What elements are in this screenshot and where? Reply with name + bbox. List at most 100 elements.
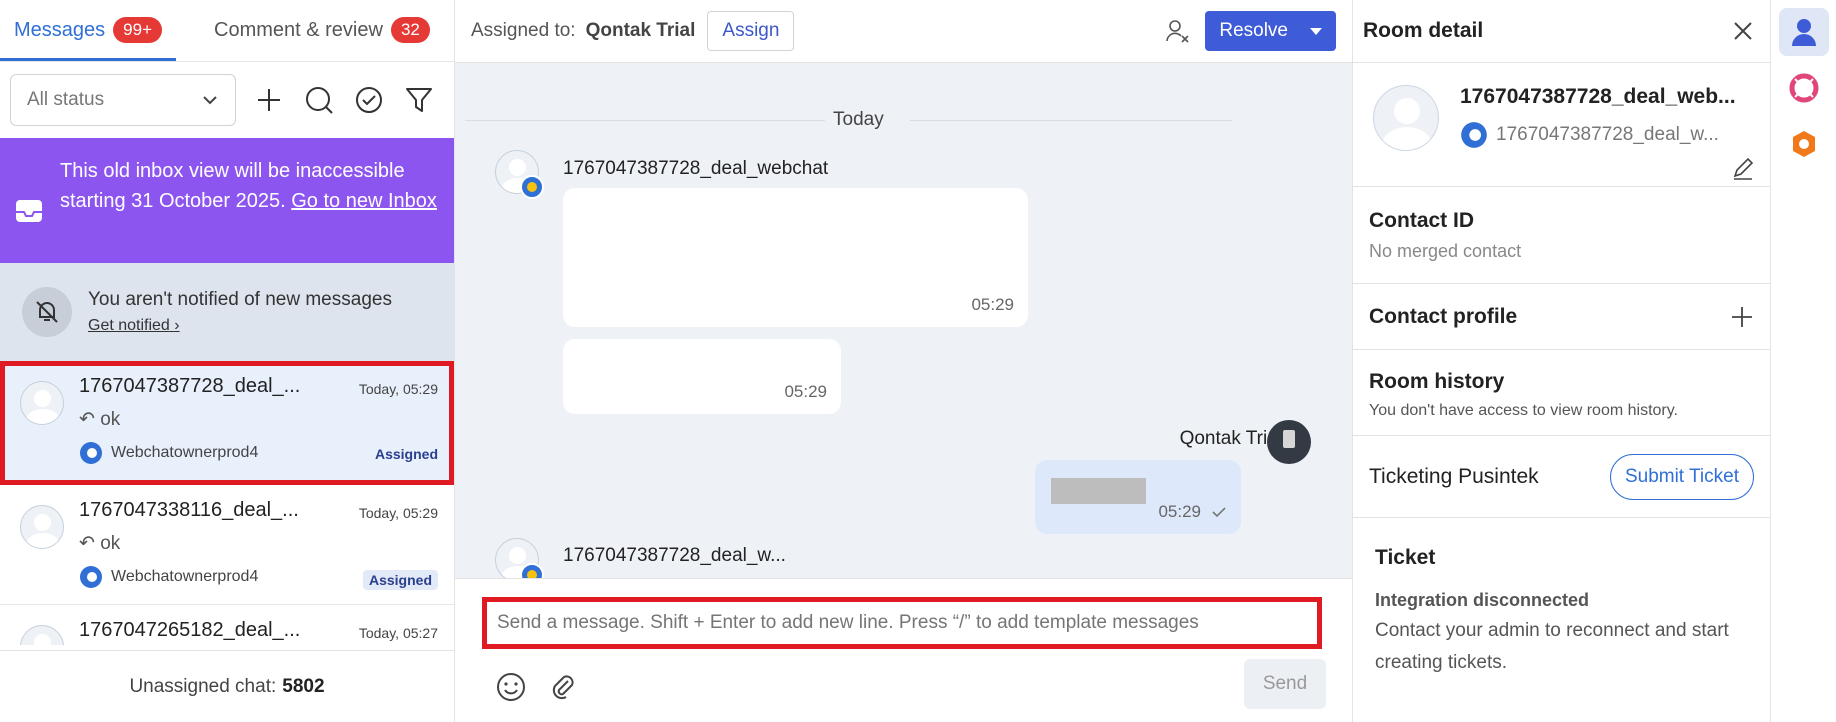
bell-off-icon bbox=[22, 287, 72, 337]
chat-time: Today, 05:29 bbox=[358, 505, 438, 521]
go-to-new-inbox-link[interactable]: Go to new Inbox bbox=[291, 190, 437, 212]
message-time: 05:29 bbox=[1158, 502, 1201, 521]
tab-messages-label: Messages bbox=[14, 18, 106, 41]
inbox-tray-icon bbox=[14, 156, 44, 245]
conversation-header: Assigned to: Qontak Trial Assign Resolve bbox=[455, 0, 1352, 63]
room-detail-header: Room detail bbox=[1353, 0, 1770, 63]
contact-id-title: Contact ID bbox=[1369, 209, 1474, 232]
message-time: 05:29 bbox=[784, 382, 827, 401]
message-time: 05:29 bbox=[971, 295, 1014, 314]
message-input[interactable] bbox=[482, 597, 1322, 649]
chat-time: Today, 05:29 bbox=[358, 381, 438, 397]
assign-button[interactable]: Assign bbox=[707, 11, 795, 51]
attachment-icon[interactable] bbox=[548, 671, 580, 703]
banner-text: This old inbox view will be inaccessible… bbox=[60, 156, 440, 245]
room-channel: 1767047387728_deal_w... bbox=[1460, 121, 1719, 149]
caret-down-icon[interactable] bbox=[1310, 27, 1322, 35]
room-history-value: You don't have access to view room histo… bbox=[1369, 402, 1678, 419]
date-divider-line bbox=[465, 120, 825, 121]
user-icon bbox=[1791, 19, 1816, 46]
get-notified-link[interactable]: Get notified › bbox=[88, 317, 180, 335]
assigned-label: Assigned to: bbox=[471, 20, 576, 41]
lifebuoy-icon bbox=[1789, 73, 1818, 103]
room-summary: 1767047387728_deal_web... 1767047387728_… bbox=[1353, 63, 1770, 187]
webchat-channel-icon bbox=[1461, 122, 1487, 148]
add-icon[interactable] bbox=[1730, 305, 1754, 329]
ticketing-label: Ticketing Pusintek bbox=[1369, 464, 1539, 488]
list-toolbar: All status bbox=[0, 62, 454, 138]
webchat-channel-icon bbox=[80, 442, 102, 464]
filter-icon[interactable] bbox=[402, 83, 436, 117]
message-bubble: 05:29 bbox=[563, 339, 841, 414]
contact-profile-title: Contact profile bbox=[1369, 304, 1518, 328]
ticket-description: Contact your admin to reconnect and star… bbox=[1375, 620, 1729, 673]
add-icon[interactable] bbox=[252, 83, 286, 117]
user-remove-icon[interactable] bbox=[1163, 17, 1191, 45]
status-badge: Assigned bbox=[362, 570, 438, 590]
conversation-panel: Assigned to: Qontak Trial Assign Resolve… bbox=[455, 0, 1352, 722]
ticketing-section: Ticketing Pusintek Submit Ticket bbox=[1353, 436, 1770, 518]
message-bubble-outgoing: 05:29 bbox=[1035, 460, 1241, 534]
rail-badge-button[interactable] bbox=[1779, 120, 1829, 168]
inbox-tabs: Messages 99+ Comment & review 32 bbox=[0, 0, 454, 62]
chat-list-item[interactable]: 1767047338116_deal_... Today, 05:29 ↶ ok… bbox=[0, 485, 454, 605]
resolve-button[interactable]: Resolve bbox=[1205, 11, 1336, 51]
notification-prompt: You aren't notified of new messages Get … bbox=[0, 263, 454, 361]
avatar bbox=[495, 538, 544, 587]
room-detail-title: Room detail bbox=[1363, 19, 1484, 42]
ticket-title: Ticket bbox=[1375, 546, 1436, 569]
date-divider: Today bbox=[833, 109, 884, 130]
chat-preview: ↶ ok bbox=[79, 409, 121, 430]
date-divider-line bbox=[910, 120, 1232, 121]
message-sender: 1767047387728_deal_w... bbox=[563, 545, 786, 566]
ticket-warning: Integration disconnected bbox=[1375, 590, 1590, 610]
tab-messages[interactable]: Messages 99+ bbox=[0, 0, 176, 61]
tab-comment-review[interactable]: Comment & review 32 bbox=[200, 0, 444, 61]
chat-list-item[interactable]: 1767047265182_deal_... Today, 05:27 bbox=[0, 605, 454, 645]
messages-count-badge: 99+ bbox=[113, 17, 162, 43]
status-badge: Assigned bbox=[374, 446, 438, 462]
send-button[interactable]: Send bbox=[1244, 659, 1326, 709]
chevron-down-icon bbox=[203, 96, 217, 105]
room-history-section: Room history You don't have access to vi… bbox=[1353, 350, 1770, 436]
unassigned-label: Unassigned chat: bbox=[129, 675, 277, 697]
unassigned-count: 5802 bbox=[282, 675, 325, 697]
message-bubble: 05:29 bbox=[563, 188, 1028, 327]
reply-icon: ↶ bbox=[79, 409, 95, 430]
notify-title: You aren't notified of new messages bbox=[88, 289, 392, 310]
tab-comment-review-label: Comment & review bbox=[214, 18, 383, 41]
edit-icon[interactable] bbox=[1730, 155, 1756, 181]
unassigned-chat-footer: Unassigned chat: 5802 bbox=[0, 650, 454, 722]
submit-ticket-button[interactable]: Submit Ticket bbox=[1609, 453, 1754, 500]
chevron-right-icon: › bbox=[174, 317, 180, 334]
ticket-section: Ticket Integration disconnected Contact … bbox=[1353, 518, 1770, 707]
rail-support-button[interactable] bbox=[1779, 64, 1829, 112]
room-name: 1767047387728_deal_web... bbox=[1460, 85, 1736, 108]
read-check-icon bbox=[1212, 507, 1226, 518]
check-circle-icon[interactable] bbox=[352, 83, 386, 117]
rail-contact-button[interactable] bbox=[1778, 8, 1829, 56]
side-rail bbox=[1771, 0, 1836, 722]
deprecation-banner: This old inbox view will be inaccessible… bbox=[0, 138, 454, 263]
assigned-agent: Qontak Trial bbox=[585, 20, 696, 41]
agent-avatar bbox=[1267, 420, 1311, 464]
avatar bbox=[495, 150, 544, 199]
search-icon[interactable] bbox=[302, 83, 336, 117]
close-icon[interactable] bbox=[1732, 20, 1754, 42]
webchat-channel-icon bbox=[80, 566, 102, 588]
badge-icon bbox=[1792, 131, 1815, 157]
chat-list-item[interactable]: 1767047387728_deal_... Today, 05:29 ↶ ok… bbox=[0, 361, 454, 485]
conversation-list-panel: Messages 99+ Comment & review 32 All sta… bbox=[0, 0, 455, 722]
comment-count-badge: 32 bbox=[390, 17, 430, 43]
reply-icon: ↶ bbox=[79, 533, 95, 554]
chat-time: Today, 05:27 bbox=[358, 625, 438, 641]
emoji-icon[interactable] bbox=[495, 671, 527, 703]
room-detail-panel: Room detail 1767047387728_deal_web... 17… bbox=[1352, 0, 1771, 722]
avatar bbox=[20, 381, 64, 425]
status-filter-select[interactable]: All status bbox=[10, 74, 236, 126]
message-composer: Send bbox=[455, 578, 1352, 722]
redacted-content bbox=[1051, 478, 1146, 504]
message-sender: 1767047387728_deal_webchat bbox=[563, 158, 829, 179]
avatar bbox=[20, 625, 64, 645]
contact-id-section: Contact ID No merged contact bbox=[1353, 187, 1770, 284]
